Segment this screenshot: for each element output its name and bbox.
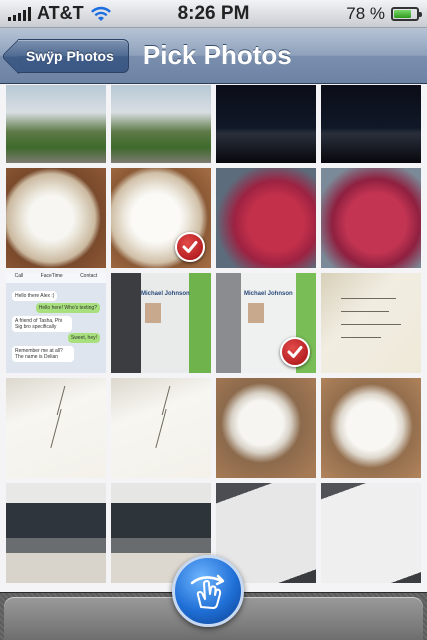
handwriting-line [341,337,381,338]
status-right: 78 % [346,3,422,24]
battery-percent: 78 % [346,3,385,23]
photo-thumbnail[interactable] [216,378,316,478]
handwriting-line [341,311,389,312]
photo-thumbnail[interactable] [321,85,421,163]
photo-thumbnail[interactable] [321,273,421,373]
swype-button[interactable] [172,555,244,627]
photo-thumbnail[interactable] [321,483,421,583]
checkmark-icon [175,232,205,262]
portrait-image [145,303,161,323]
navigation-bar: Swÿp Photos Pick Photos [0,28,427,84]
portrait-image [248,303,264,323]
photo-thumbnail[interactable] [6,85,106,163]
back-button-label: Swÿp Photos [26,47,114,64]
photo-thumbnail[interactable]: Michael Johnson [111,273,211,373]
photo-thumbnail[interactable]: Call FaceTime Contact Hello there Alex :… [6,273,106,373]
checkmark-icon [280,337,310,367]
swipe-gesture-icon [190,574,225,609]
handwriting-line [341,298,396,299]
photo-thumbnail[interactable] [111,85,211,163]
sms-tabs: Call FaceTime Contact [6,273,106,283]
page-title: Pick Photos [142,40,292,70]
photo-grid: Call FaceTime Contact Hello there Alex :… [0,85,427,583]
photo-thumbnail[interactable]: Michael Johnson [216,273,316,373]
photo-thumbnail[interactable] [321,378,421,478]
status-left: AT&T [8,3,112,24]
photo-thumbnail[interactable] [216,168,316,268]
handwriting-line [341,324,401,325]
sms-bubble: Hello here! Who's texting? [35,303,100,313]
sms-bubble: A friend of Tasha, Phi Sig bro specifica… [12,316,72,332]
sms-bubble: Hello there Alex :) [12,291,58,301]
photo-thumbnail[interactable] [6,483,106,583]
sms-tab: FaceTime [40,273,63,279]
name-tag-text: Michael Johnson [141,291,190,297]
signal-bars-icon [8,6,31,21]
photo-thumbnail[interactable] [6,168,106,268]
back-button[interactable]: Swÿp Photos [18,38,129,73]
sms-bubble: Remember me at all? The name is Delian [12,346,74,362]
sms-tab: Contact [80,273,98,279]
photo-thumbnail[interactable] [321,168,421,268]
status-bar: AT&T 8:26 PM 78 % [0,0,427,28]
sms-bubble: Sweet, hey! [67,333,100,343]
carrier-label: AT&T [37,3,84,23]
photo-thumbnail[interactable] [111,378,211,478]
name-tag-text: Michael Johnson [244,291,293,297]
photo-thumbnail[interactable] [216,85,316,163]
wifi-icon [90,6,111,21]
photo-thumbnail[interactable] [111,168,211,268]
battery-icon [391,6,422,21]
photo-thumbnail[interactable] [6,378,106,478]
sms-tab: Call [14,273,24,279]
battery-level [394,9,412,18]
